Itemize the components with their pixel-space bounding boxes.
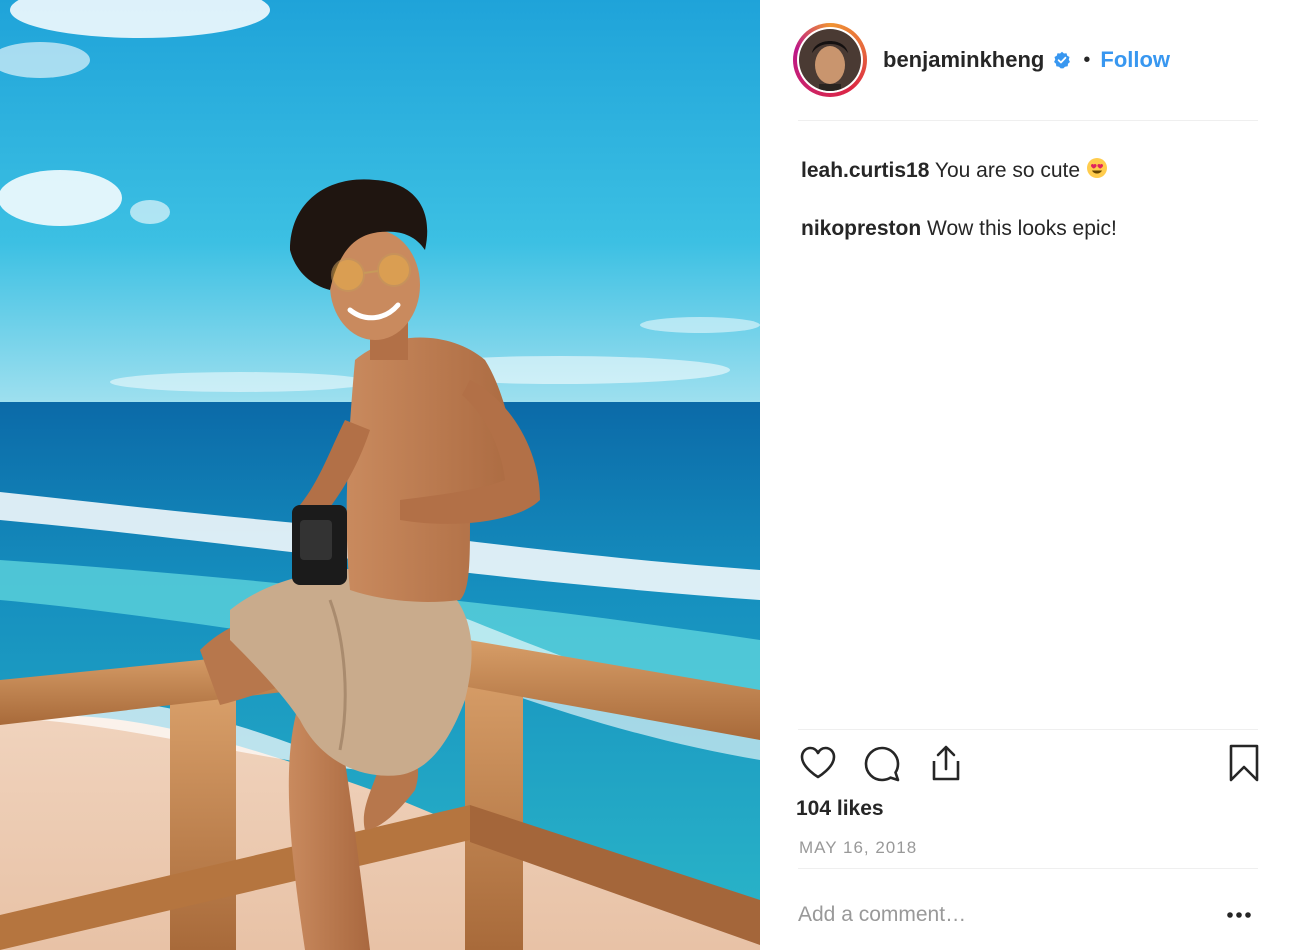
follow-button[interactable]: Follow <box>1100 47 1170 73</box>
comment-author-link[interactable]: nikopreston <box>801 217 921 240</box>
username-link[interactable]: benjaminkheng <box>883 47 1044 73</box>
comment-text: Wow this looks epic! <box>927 217 1117 240</box>
avatar[interactable] <box>793 23 867 97</box>
post-header: benjaminkheng • Follow <box>793 20 1263 100</box>
profile-photo-icon <box>799 29 861 91</box>
verified-badge-icon <box>1053 51 1071 69</box>
heart-icon[interactable] <box>798 743 838 788</box>
header-divider <box>798 120 1258 121</box>
actions-divider <box>798 729 1258 730</box>
avatar-image <box>797 27 863 93</box>
separator-dot: • <box>1083 48 1091 71</box>
comment-author-link[interactable]: leah.curtis18 <box>801 159 929 182</box>
post-date[interactable]: MAY 16, 2018 <box>799 838 917 858</box>
post-sidebar: benjaminkheng • Follow leah.curtis18 You… <box>760 0 1292 950</box>
instagram-post: benjaminkheng • Follow leah.curtis18 You… <box>0 0 1292 950</box>
post-actions <box>796 743 1262 787</box>
beach-photo-illustration <box>0 0 760 950</box>
comments-list: leah.curtis18 You are so cute nikopresto… <box>801 155 1261 269</box>
likes-count[interactable]: 104 likes <box>796 797 884 821</box>
comment-icon[interactable] <box>862 743 902 788</box>
comment-divider <box>798 868 1258 869</box>
comment-item: nikopreston Wow this looks epic! <box>801 213 1261 245</box>
comment-text: You are so cute <box>934 159 1081 182</box>
heart-eyes-emoji-icon <box>1086 157 1108 189</box>
comment-item: leah.curtis18 You are so cute <box>801 155 1261 189</box>
post-photo[interactable] <box>0 0 760 950</box>
add-comment-input[interactable] <box>798 898 1198 932</box>
bookmark-icon[interactable] <box>1224 743 1264 788</box>
more-options-icon[interactable] <box>1226 906 1252 924</box>
share-icon[interactable] <box>926 743 966 788</box>
